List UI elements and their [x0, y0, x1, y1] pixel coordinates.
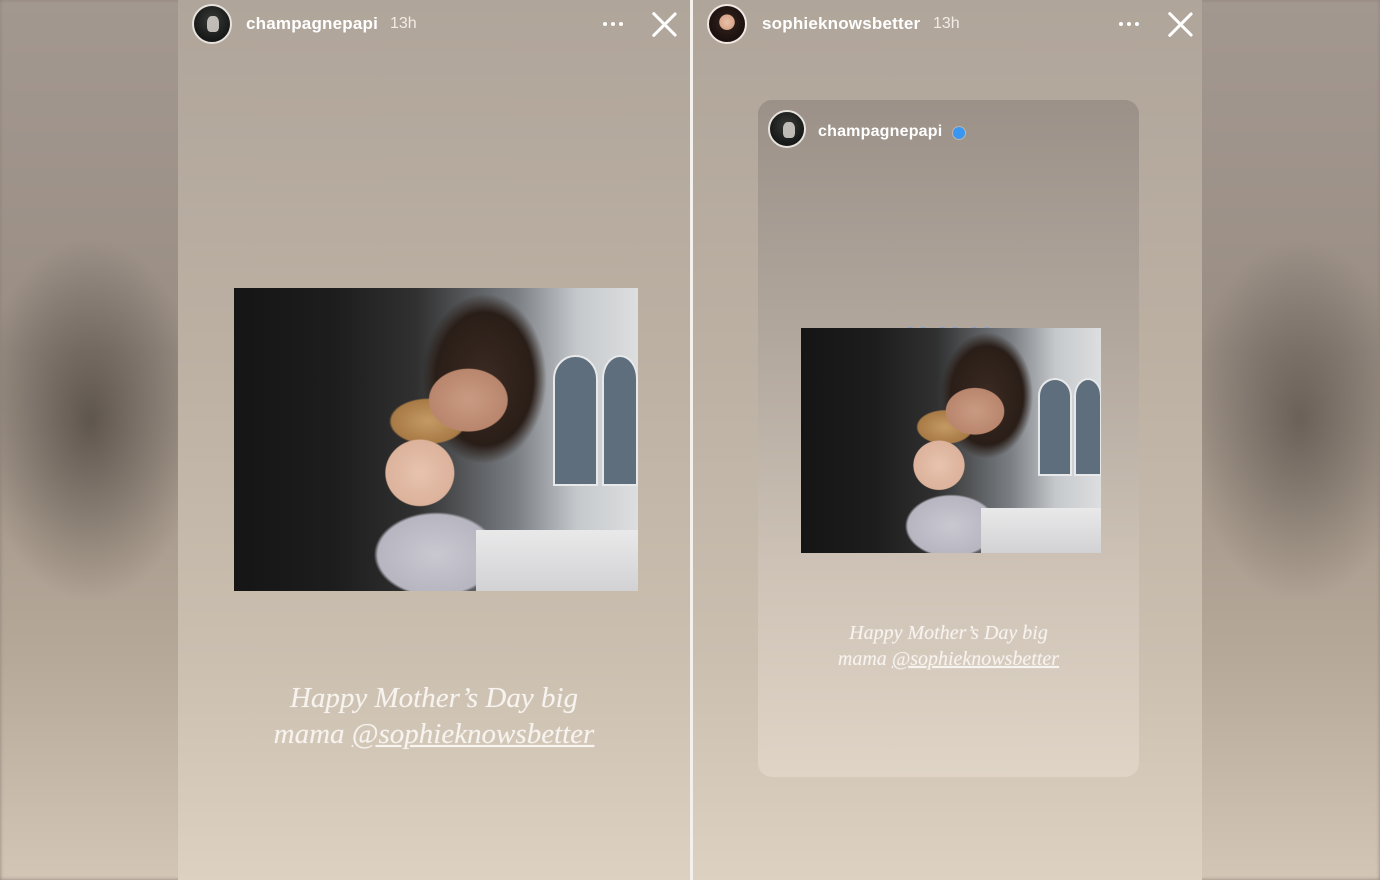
shared-username[interactable]: champagnepapi [818, 123, 942, 141]
mention-link[interactable]: @sophieknowsbetter [352, 718, 595, 750]
story-panel-left: champagnepapi 13h Happy Mother’s Day big… [178, 0, 690, 880]
avatar[interactable] [768, 110, 806, 148]
story-username[interactable]: champagnepapi [246, 14, 378, 34]
close-icon[interactable] [1166, 10, 1194, 38]
close-icon[interactable] [650, 10, 678, 38]
more-options-icon[interactable] [1119, 16, 1143, 32]
shared-caption: Happy Mother’s Day big mama @sophieknows… [788, 620, 1109, 672]
mention-link[interactable]: @sophieknowsbetter [892, 648, 1059, 670]
story-caption: Happy Mother’s Day big mama @sophieknows… [218, 680, 650, 752]
more-options-icon[interactable] [603, 16, 627, 32]
story-header: sophieknowsbetter 13h [693, 4, 1202, 44]
caption-text: mama [273, 718, 352, 750]
shared-photo [801, 328, 1101, 553]
story-timestamp: 13h [933, 15, 960, 32]
caption-line: Happy Mother’s Day big [849, 622, 1048, 644]
story-panel-right: sophieknowsbetter 13h champagnepapi Happ… [693, 0, 1202, 880]
caption-text: mama [837, 648, 892, 670]
avatar[interactable] [707, 4, 747, 44]
story-photo [234, 288, 638, 591]
avatar[interactable] [192, 4, 232, 44]
story-username[interactable]: sophieknowsbetter [762, 14, 920, 34]
caption-line: Happy Mother’s Day big [289, 682, 579, 714]
shared-story-card[interactable]: champagnepapi Happy Mother’s Day big mam… [758, 100, 1139, 777]
story-timestamp: 13h [390, 15, 417, 32]
caption-line: mama @sophieknowsbetter [788, 646, 1109, 672]
verified-badge-icon [953, 127, 965, 139]
shared-card-header: champagnepapi [768, 110, 1129, 150]
caption-line: mama @sophieknowsbetter [218, 716, 650, 752]
story-header: champagnepapi 13h [178, 4, 690, 44]
